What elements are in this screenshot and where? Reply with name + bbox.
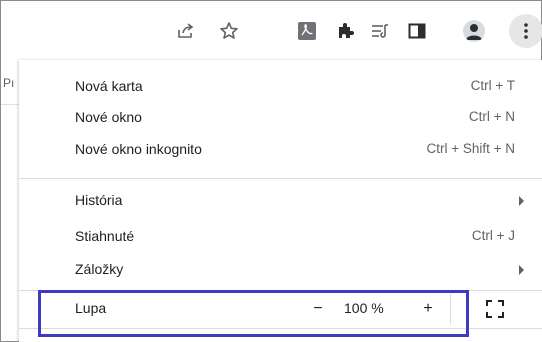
zoom-controls: Lupa − 100 % +: [19, 290, 542, 328]
side-panel-icon[interactable]: [401, 15, 433, 47]
menu-item-shortcut: Ctrl + T: [470, 78, 515, 93]
zoom-out-button[interactable]: −: [306, 296, 330, 322]
share-icon[interactable]: [170, 15, 202, 47]
submenu-arrow-icon: [519, 196, 524, 206]
menu-item-shortcut: Ctrl + J: [471, 228, 515, 243]
menu-item-downloads[interactable]: Stiahnuté Ctrl + J: [19, 223, 542, 251]
extensions-icon[interactable]: [329, 15, 361, 47]
zoom-divider: [450, 294, 451, 324]
menu-item-history[interactable]: História: [19, 187, 542, 215]
menu-item-label: Stiahnuté: [75, 228, 135, 244]
menu-item-new-tab[interactable]: Nová karta Ctrl + T: [19, 73, 542, 101]
menu-separator: [19, 178, 542, 179]
more-menu-icon[interactable]: [509, 14, 542, 48]
zoom-value: 100 %: [344, 300, 384, 316]
zoom-label: Lupa: [75, 300, 107, 316]
menu-item-label: Nová karta: [75, 78, 143, 94]
profile-avatar[interactable]: [463, 20, 485, 42]
menu-item-label: História: [75, 192, 123, 208]
menu-separator: [19, 328, 542, 329]
star-icon[interactable]: [213, 15, 245, 47]
chrome-main-menu: Nová karta Ctrl + T Nové okno Ctrl + N N…: [19, 60, 542, 342]
reading-list-icon[interactable]: [364, 15, 396, 47]
menu-item-label: Nové okno: [75, 109, 142, 125]
fullscreen-icon[interactable]: [484, 298, 506, 320]
menu-item-label: Záložky: [75, 261, 124, 277]
browser-toolbar: [1, 1, 542, 59]
menu-item-new-window[interactable]: Nové okno Ctrl + N: [19, 104, 542, 132]
menu-item-label: Nové okno inkognito: [75, 141, 202, 157]
menu-item-new-incognito-window[interactable]: Nové okno inkognito Ctrl + Shift + N: [19, 136, 542, 164]
menu-item-shortcut: Ctrl + N: [468, 109, 515, 124]
menu-item-bookmarks[interactable]: Záložky: [19, 256, 542, 284]
menu-item-shortcut: Ctrl + Shift + N: [426, 141, 515, 156]
zoom-in-button[interactable]: +: [416, 296, 440, 322]
page-text-fragment: Pı: [3, 76, 15, 90]
pdf-extension-icon[interactable]: [291, 15, 323, 47]
submenu-arrow-icon: [519, 265, 524, 275]
divider: [1, 104, 19, 105]
page-content-behind-menu: Pı: [1, 60, 19, 340]
